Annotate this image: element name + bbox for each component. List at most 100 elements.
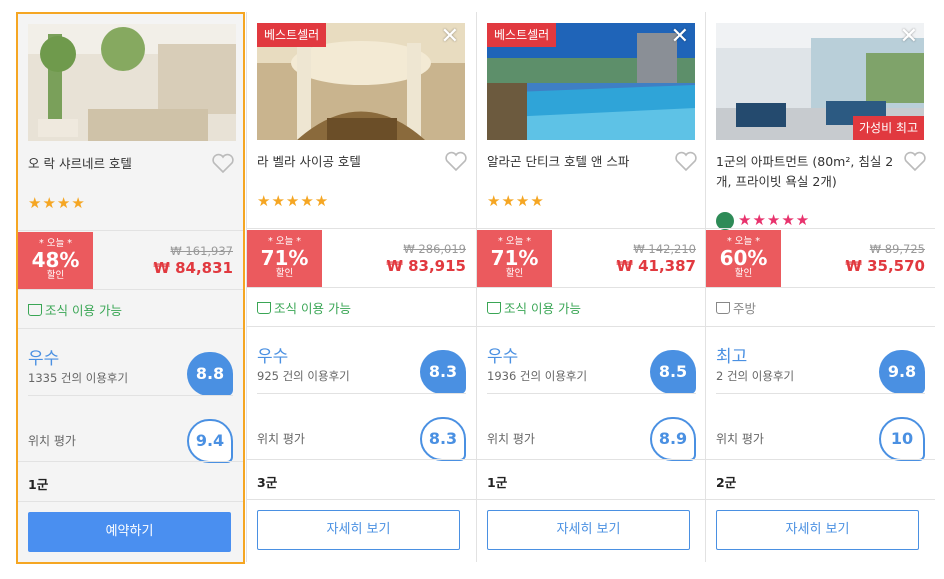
- today-label: * 오늘 *: [267, 236, 302, 247]
- discount-badge: * 오늘 * 71% 할인: [477, 230, 552, 287]
- amenity-label: 주방: [733, 301, 757, 316]
- divider: [28, 395, 233, 396]
- divider: [477, 459, 706, 460]
- discount-percent: 48%: [31, 248, 80, 272]
- original-price: ₩ 142,210: [633, 242, 696, 256]
- location-label: 위치 평가: [487, 432, 535, 446]
- hotel-photo[interactable]: 베스트셀러 ✕: [487, 23, 695, 140]
- hotel-photo[interactable]: 베스트셀러 ✕: [257, 23, 465, 140]
- divider: [706, 287, 935, 288]
- divider: [706, 499, 935, 500]
- bestseller-badge: 베스트셀러: [257, 23, 327, 47]
- coffee-cup-icon: [487, 302, 501, 314]
- review-score: 8.8: [187, 352, 233, 396]
- discount-percent: 60%: [719, 246, 768, 270]
- divider: [18, 461, 243, 462]
- heart-icon[interactable]: [674, 150, 698, 172]
- hotel-photo[interactable]: [28, 24, 236, 141]
- review-score: 9.8: [879, 350, 925, 394]
- discount-label: 할인: [505, 268, 524, 279]
- divider: [247, 499, 476, 500]
- rating-word: 우수: [28, 349, 60, 369]
- divider: [477, 326, 706, 327]
- hotel-name[interactable]: 라 벨라 사이공 호텔: [257, 152, 437, 172]
- hotel-photo[interactable]: ✕ 가성비 최고: [716, 23, 924, 140]
- hotel-card-3[interactable]: 베스트셀러 ✕ 알라곤 단티크 호텔 앤 스파 ★★★★ * 오늘 * 71% …: [477, 12, 706, 564]
- location-label: 위치 평가: [257, 432, 305, 446]
- today-label: * 오늘 *: [38, 238, 73, 249]
- district: 2군: [716, 475, 737, 490]
- star-rating: ★★★★: [487, 192, 545, 210]
- divider: [477, 499, 706, 500]
- location-label: 위치 평가: [28, 434, 76, 448]
- divider: [487, 393, 696, 394]
- divider: [18, 501, 243, 502]
- hotel-name[interactable]: 오 락 샤르네르 호텔: [28, 154, 208, 174]
- star-rating: ★★★★★: [257, 192, 330, 210]
- divider: [247, 459, 476, 460]
- bestseller-badge: 베스트셀러: [487, 23, 557, 47]
- rating-word: 최고: [716, 347, 748, 367]
- sale-price: ₩ 35,570: [845, 257, 925, 275]
- discount-badge: * 오늘 * 60% 할인: [706, 230, 781, 287]
- hotel-card-1[interactable]: 오 락 샤르네르 호텔 ★★★★ * 오늘 * 48% 할인 ₩ 161,937…: [16, 12, 245, 564]
- star-rating: ★★★★★: [738, 211, 811, 229]
- sale-price: ₩ 83,915: [386, 257, 466, 275]
- coffee-cup-icon: [28, 304, 42, 316]
- divider: [18, 289, 243, 290]
- location-score: 9.4: [187, 419, 233, 463]
- review-count[interactable]: 1335 건의 이용후기: [28, 370, 128, 386]
- heart-icon[interactable]: [211, 152, 235, 174]
- discount-badge: * 오늘 * 48% 할인: [18, 232, 93, 289]
- close-icon[interactable]: ✕: [671, 25, 689, 49]
- amenity: 조식 이용 가능: [487, 298, 581, 317]
- hotel-card-4[interactable]: ✕ 가성비 최고 1군의 아파트먼트 (80m², 침실 2개, 프라이빗 욕실…: [706, 12, 935, 564]
- review-count[interactable]: 925 건의 이용후기: [257, 368, 350, 384]
- rating-word: 우수: [487, 347, 519, 367]
- details-button[interactable]: 자세히 보기: [487, 510, 690, 550]
- book-button[interactable]: 예약하기: [28, 512, 231, 552]
- amenity-label: 조식 이용 가능: [274, 301, 351, 316]
- star-rating: ★★★★: [28, 194, 86, 212]
- close-icon[interactable]: ✕: [441, 25, 459, 49]
- divider: [247, 326, 476, 327]
- details-button[interactable]: 자세히 보기: [716, 510, 919, 550]
- close-icon[interactable]: ✕: [900, 25, 918, 49]
- today-label: * 오늘 *: [726, 236, 761, 247]
- amenity: 주방: [716, 298, 756, 317]
- location-label: 위치 평가: [716, 432, 764, 446]
- divider: [247, 287, 476, 288]
- original-price: ₩ 161,937: [170, 244, 233, 258]
- rating-word: 우수: [257, 347, 289, 367]
- district: 1군: [28, 477, 49, 492]
- today-label: * 오늘 *: [497, 236, 532, 247]
- divider: [18, 328, 243, 329]
- divider: [247, 228, 476, 229]
- discount-badge: * 오늘 * 71% 할인: [247, 230, 322, 287]
- divider: [706, 326, 935, 327]
- best-value-badge: 가성비 최고: [852, 116, 924, 140]
- discount-label: 할인: [734, 268, 753, 279]
- divider: [257, 393, 466, 394]
- kitchen-icon: [716, 302, 730, 314]
- review-score: 8.5: [650, 350, 696, 394]
- review-count[interactable]: 2 건의 이용후기: [716, 368, 794, 384]
- discount-percent: 71%: [490, 246, 539, 270]
- district: 3군: [257, 475, 278, 490]
- hotel-name[interactable]: 알라곤 단티크 호텔 앤 스파: [487, 152, 667, 172]
- heart-icon[interactable]: [903, 150, 927, 172]
- location-score: 10: [879, 417, 925, 461]
- discount-label: 할인: [46, 270, 65, 281]
- hotel-name[interactable]: 1군의 아파트먼트 (80m², 침실 2개, 프라이빗 욕실 2개): [716, 152, 896, 192]
- hotel-card-2[interactable]: 베스트셀러 ✕ 라 벨라 사이공 호텔 ★★★★★ * 오늘 * 71% 할인 …: [247, 12, 476, 564]
- divider: [477, 287, 706, 288]
- divider: [18, 230, 243, 231]
- amenity-label: 조식 이용 가능: [45, 303, 122, 318]
- sale-price: ₩ 41,387: [616, 257, 696, 275]
- review-score: 8.3: [420, 350, 466, 394]
- heart-icon[interactable]: [444, 150, 468, 172]
- review-count[interactable]: 1936 건의 이용후기: [487, 368, 587, 384]
- amenity-label: 조식 이용 가능: [504, 301, 581, 316]
- divider: [716, 393, 925, 394]
- details-button[interactable]: 자세히 보기: [257, 510, 460, 550]
